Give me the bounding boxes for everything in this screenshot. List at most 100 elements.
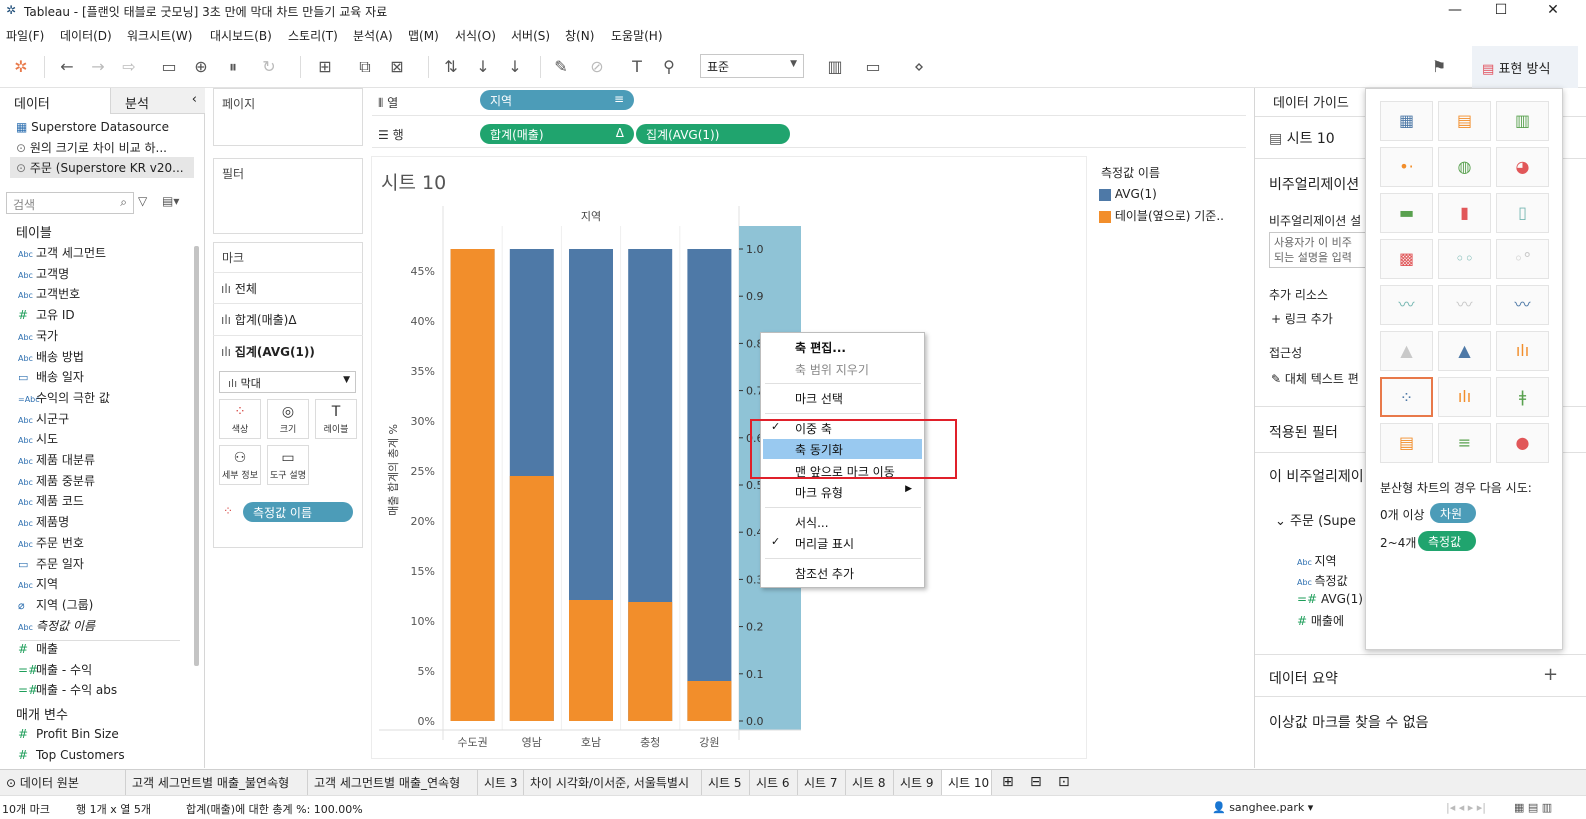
- chart-type-thumbnail[interactable]: ⁘: [1380, 377, 1433, 417]
- chart-type-thumbnail[interactable]: ▩: [1380, 239, 1433, 279]
- field-item[interactable]: # 고유 ID: [18, 306, 75, 326]
- sheet-tab[interactable]: 시트 10: [942, 770, 992, 795]
- field-item[interactable]: Abc 제품 코드: [18, 492, 84, 512]
- tab-analysis[interactable]: 분석 ‹: [110, 88, 205, 114]
- sheet-tab[interactable]: 시트 9: [894, 770, 942, 795]
- menu-item[interactable]: 축 범위 지우기: [763, 359, 922, 379]
- menu-item[interactable]: 마크 선택: [763, 388, 922, 408]
- chart-type-thumbnail[interactable]: •·: [1380, 147, 1433, 187]
- menu-map[interactable]: 맵(M): [408, 27, 439, 44]
- column-pill-region[interactable]: 지역 ≡: [480, 90, 634, 110]
- save-icon[interactable]: ▭: [158, 56, 180, 78]
- chart-type-thumbnail[interactable]: ▤: [1380, 423, 1433, 463]
- show-mark-labels-icon[interactable]: T: [626, 56, 648, 78]
- presentation-mode-icon[interactable]: ▭: [862, 56, 884, 78]
- detail-button[interactable]: ⚇ 세부 정보: [219, 445, 261, 485]
- clear-sheet-icon[interactable]: ⊠: [386, 56, 408, 78]
- group-members-icon[interactable]: ⊘: [586, 56, 608, 78]
- field-item[interactable]: Abc 시군구: [18, 410, 69, 430]
- menu-analysis[interactable]: 분석(A): [353, 27, 393, 44]
- datasource-item[interactable]: ▦ Superstore Datasource: [16, 120, 169, 134]
- chart-type-thumbnail[interactable]: ▲: [1380, 331, 1433, 371]
- datasource-item-selected[interactable]: ⊙ 주문 (Superstore KR v20...: [10, 157, 194, 178]
- sort-ascending-icon[interactable]: ↓: [472, 56, 494, 78]
- add-link-button[interactable]: + 링크 추가: [1271, 310, 1333, 327]
- chart-type-thumbnail[interactable]: ▮: [1438, 193, 1491, 233]
- search-input[interactable]: 검색 ⌕: [6, 192, 134, 214]
- fit-select[interactable]: 표준 ▼: [700, 54, 804, 78]
- chart-type-thumbnail[interactable]: ▥: [1496, 101, 1549, 141]
- sorter-view-icon[interactable]: ▦ ▤ ▥: [1514, 801, 1552, 814]
- sheet-tab[interactable]: 시트 7: [798, 770, 846, 795]
- field-item[interactable]: Abc 고객명: [18, 265, 69, 285]
- label-button[interactable]: T 레이블: [315, 399, 357, 439]
- menu-dashboard[interactable]: 대시보드(B): [210, 27, 272, 44]
- field-item[interactable]: Abc 주문 번호: [18, 534, 84, 554]
- share-icon[interactable]: ⋄: [908, 56, 930, 78]
- expand-plus-icon[interactable]: +: [1543, 664, 1558, 685]
- datasource-tree-item[interactable]: ⌄ 주문 (Supe: [1275, 510, 1356, 529]
- new-dashboard-icon[interactable]: ⊟: [1024, 770, 1048, 795]
- field-item[interactable]: Abc 제품 대분류: [18, 451, 95, 471]
- undo-icon[interactable]: ←: [56, 56, 78, 78]
- measure-names-pill[interactable]: 측정값 이름: [243, 502, 353, 522]
- swap-rows-columns-icon[interactable]: ⇅: [440, 56, 462, 78]
- field-item[interactable]: Abc 제품명: [18, 513, 69, 533]
- sheet-tab[interactable]: 차이 시각화/이서준, 서울특별시: [524, 770, 702, 795]
- row-pill-sum-sales[interactable]: 합계(매출) Δ: [480, 124, 634, 144]
- refresh-icon[interactable]: ↻: [258, 56, 280, 78]
- show-cards-icon[interactable]: ▥: [824, 56, 846, 78]
- tab-datasource[interactable]: ⊙ 데이터 원본: [0, 770, 126, 795]
- sort-descending-icon[interactable]: ↓: [504, 56, 526, 78]
- chart-type-thumbnail[interactable]: 〰: [1438, 285, 1491, 325]
- vis-desc-input[interactable]: 사용자가 이 비주 되는 설명을 입력: [1269, 232, 1379, 268]
- marks-all-row[interactable]: ılı 전체: [213, 272, 363, 302]
- field-item[interactable]: =#매출 - 수익 abs: [18, 681, 117, 701]
- highlight-icon[interactable]: ✎: [550, 56, 572, 78]
- sheet-tab[interactable]: 시트 3: [478, 770, 524, 795]
- filters-card[interactable]: 필터: [213, 158, 363, 234]
- menu-file[interactable]: 파일(F): [6, 27, 44, 44]
- menu-server[interactable]: 서버(S): [511, 27, 550, 44]
- tooltip-button[interactable]: ▭ 도구 설명: [267, 445, 309, 485]
- show-me-button[interactable]: ▤ 표현 방식: [1472, 46, 1578, 88]
- field-item[interactable]: Abc 국가: [18, 327, 58, 347]
- chart-type-thumbnail[interactable]: ▬: [1380, 193, 1433, 233]
- field-item[interactable]: Abc 측정값 이름: [18, 617, 95, 637]
- menu-data[interactable]: 데이터(D): [60, 27, 112, 44]
- menu-item[interactable]: ✓ 머리글 표시: [763, 533, 922, 553]
- alt-text-button[interactable]: ✎ 대체 텍스트 편: [1271, 370, 1359, 387]
- field-item[interactable]: Abc 지역: [18, 575, 58, 595]
- chart-type-thumbnail[interactable]: ◕: [1496, 147, 1549, 187]
- sheet-tab[interactable]: 시트 5: [702, 770, 750, 795]
- menu-worksheet[interactable]: 워크시트(W): [127, 27, 192, 44]
- fix-axes-icon[interactable]: ⚲: [658, 56, 680, 78]
- marks-sum-row[interactable]: ılı 합계(매출)Δ: [213, 303, 363, 333]
- chart-type-thumbnail[interactable]: ılı: [1438, 377, 1491, 417]
- chart-type-thumbnail[interactable]: 〰: [1380, 285, 1433, 325]
- menu-story[interactable]: 스토리(T): [288, 27, 338, 44]
- chart-type-thumbnail[interactable]: 〰: [1496, 285, 1549, 325]
- tab-data[interactable]: 데이터: [0, 88, 110, 114]
- param-item[interactable]: # Profit Bin Size: [18, 727, 119, 747]
- duplicate-sheet-icon[interactable]: ⧉: [354, 56, 376, 78]
- chart-type-thumbnail[interactable]: ◦◦: [1438, 239, 1491, 279]
- field-item[interactable]: =Abc수익의 극한 값: [18, 389, 110, 409]
- collapse-icon[interactable]: ‹: [192, 92, 197, 107]
- filter-icon[interactable]: ▽: [138, 194, 147, 208]
- chart-type-thumbnail[interactable]: ılı: [1496, 331, 1549, 371]
- new-worksheet-icon[interactable]: ⊞: [314, 56, 336, 78]
- view-options-icon[interactable]: ▤▾: [162, 194, 179, 208]
- color-button[interactable]: ⁘ 색상: [219, 399, 261, 439]
- chart-type-thumbnail[interactable]: ◍: [1438, 147, 1491, 187]
- chart-type-thumbnail[interactable]: ▯: [1496, 193, 1549, 233]
- sheet-tab[interactable]: 고객 세그먼트별 매출_불연속형: [126, 770, 308, 795]
- chart-type-thumbnail[interactable]: ◦°: [1496, 239, 1549, 279]
- close-button[interactable]: ✕: [1530, 0, 1576, 22]
- field-item[interactable]: ▭ 주문 일자: [18, 555, 84, 575]
- row-pill-avg[interactable]: 집계(AVG(1)): [636, 124, 790, 144]
- field-item[interactable]: ▭ 배송 일자: [18, 368, 84, 388]
- pin-icon[interactable]: ⚑: [1428, 56, 1450, 78]
- menu-window[interactable]: 창(N): [565, 27, 594, 44]
- sheet-tab[interactable]: 시트 8: [846, 770, 894, 795]
